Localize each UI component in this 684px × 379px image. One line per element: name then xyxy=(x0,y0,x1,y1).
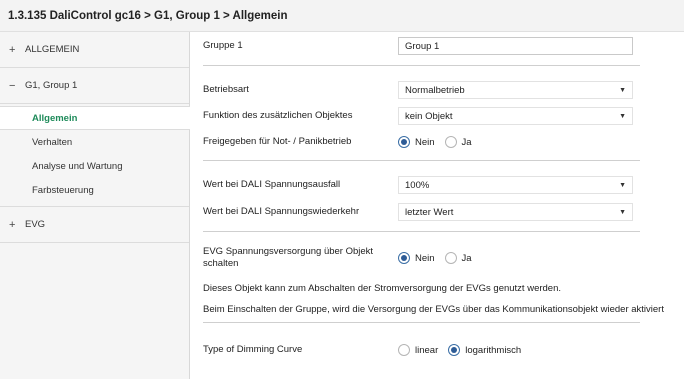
freigegeben-radio-group: Nein Ja xyxy=(398,136,482,148)
param-label: Funktion des zusätzlichen Objektes xyxy=(203,110,353,121)
radio-ja[interactable] xyxy=(444,136,457,148)
param-label: Wert bei DALI Spannungswiederkehr xyxy=(203,206,360,217)
select-value: Normalbetrieb xyxy=(405,84,465,96)
betriebsart-select[interactable]: Normalbetrieb ▼ xyxy=(398,81,633,99)
radio-label: Nein xyxy=(415,136,435,148)
sidebar-item-farbsteuerung[interactable]: Farbsteuerung xyxy=(0,178,189,202)
radio-label: linear xyxy=(415,344,439,356)
info-text: Dieses Objekt kann zum Abschalten der St… xyxy=(203,283,562,294)
param-label-line: schalten xyxy=(203,258,239,269)
sidebar-item-verhalten[interactable]: Verhalten xyxy=(0,130,189,154)
expand-icon: + xyxy=(9,43,16,56)
radio-label: logarithmisch xyxy=(465,344,522,356)
caret-down-icon: ▼ xyxy=(619,208,626,216)
param-row-gruppe: Gruppe 1 Group 1 xyxy=(203,37,633,55)
param-label: Wert bei DALI Spannungsausfall xyxy=(203,179,341,190)
dimming-radio-group: linear logarithmisch xyxy=(398,344,531,356)
group-name-input[interactable]: Group 1 xyxy=(398,37,633,55)
radio-label: Ja xyxy=(461,252,472,264)
param-row-funktion: Funktion des zusätzlichen Objektes kein … xyxy=(203,107,633,125)
collapse-icon: − xyxy=(9,79,16,92)
spannungsausfall-select[interactable]: 100% ▼ xyxy=(398,176,633,194)
sidebar-subitems: Allgemein Verhalten Analyse und Wartung … xyxy=(0,104,190,207)
sidebar-item-analyse-und-wartung[interactable]: Analyse und Wartung xyxy=(0,154,189,178)
sidebar-group-label: EVG xyxy=(25,219,46,230)
param-row-evg: EVG Spannungsversorgung über Objekt scha… xyxy=(203,246,482,270)
radio-nein[interactable] xyxy=(398,136,410,148)
param-row-dimming: Type of Dimming Curve linear logarithmis… xyxy=(203,344,531,356)
param-row-wiederkehr: Wert bei DALI Spannungswiederkehr letzte… xyxy=(203,203,633,221)
param-label: Gruppe 1 xyxy=(203,40,243,51)
sidebar-group-label: ALLGEMEIN xyxy=(25,44,80,55)
window-title: 1.3.135 DaliControl gc16 > G1, Group 1 >… xyxy=(0,0,684,32)
radio-linear[interactable] xyxy=(398,344,410,356)
sidebar-group-evg[interactable]: + EVG xyxy=(0,207,189,243)
sidebar-group-g1[interactable]: − G1, Group 1 xyxy=(0,68,189,104)
radio-ja[interactable] xyxy=(444,252,457,264)
expand-icon: + xyxy=(9,218,16,231)
sidebar-group-allgemein[interactable]: + ALLGEMEIN xyxy=(0,32,189,68)
caret-down-icon: ▼ xyxy=(619,181,626,189)
radio-label: Ja xyxy=(461,136,472,148)
funktion-select[interactable]: kein Objekt ▼ xyxy=(398,107,633,125)
select-value: kein Objekt xyxy=(405,110,453,122)
caret-down-icon: ▼ xyxy=(619,112,626,120)
divider xyxy=(203,322,640,323)
sidebar: + ALLGEMEIN − G1, Group 1 Allgemein Verh… xyxy=(0,32,190,379)
radio-nein[interactable] xyxy=(398,252,410,264)
caret-down-icon: ▼ xyxy=(619,86,626,94)
radio-label: Nein xyxy=(415,252,435,264)
param-label: Freigegeben für Not- / Panikbetrieb xyxy=(203,136,352,147)
divider xyxy=(203,231,640,232)
divider xyxy=(203,65,640,66)
param-row-ausfall: Wert bei DALI Spannungsausfall 100% ▼ xyxy=(203,176,633,194)
select-value: letzter Wert xyxy=(405,206,454,218)
param-row-freigegeben: Freigegeben für Not- / Panikbetrieb Nein… xyxy=(203,136,482,148)
param-label: EVG Spannungsversorgung über Objekt scha… xyxy=(203,246,398,270)
parameter-panel: Gruppe 1 Group 1 Betriebsart Normalbetri… xyxy=(190,32,684,379)
param-label-line: EVG Spannungsversorgung über Objekt xyxy=(203,246,374,257)
radio-logarithmisch[interactable] xyxy=(448,344,461,356)
spannungswiederkehr-select[interactable]: letzter Wert ▼ xyxy=(398,203,633,221)
param-label: Betriebsart xyxy=(203,84,249,95)
sidebar-item-allgemein[interactable]: Allgemein xyxy=(0,106,190,130)
param-label: Type of Dimming Curve xyxy=(203,344,303,355)
divider xyxy=(203,160,640,161)
sidebar-group-label: G1, Group 1 xyxy=(25,80,78,91)
info-text: Beim Einschalten der Gruppe, wird die Ve… xyxy=(203,304,664,315)
param-row-betriebsart: Betriebsart Normalbetrieb ▼ xyxy=(203,81,633,99)
evg-radio-group: Nein Ja xyxy=(398,252,482,264)
select-value: 100% xyxy=(405,179,430,191)
